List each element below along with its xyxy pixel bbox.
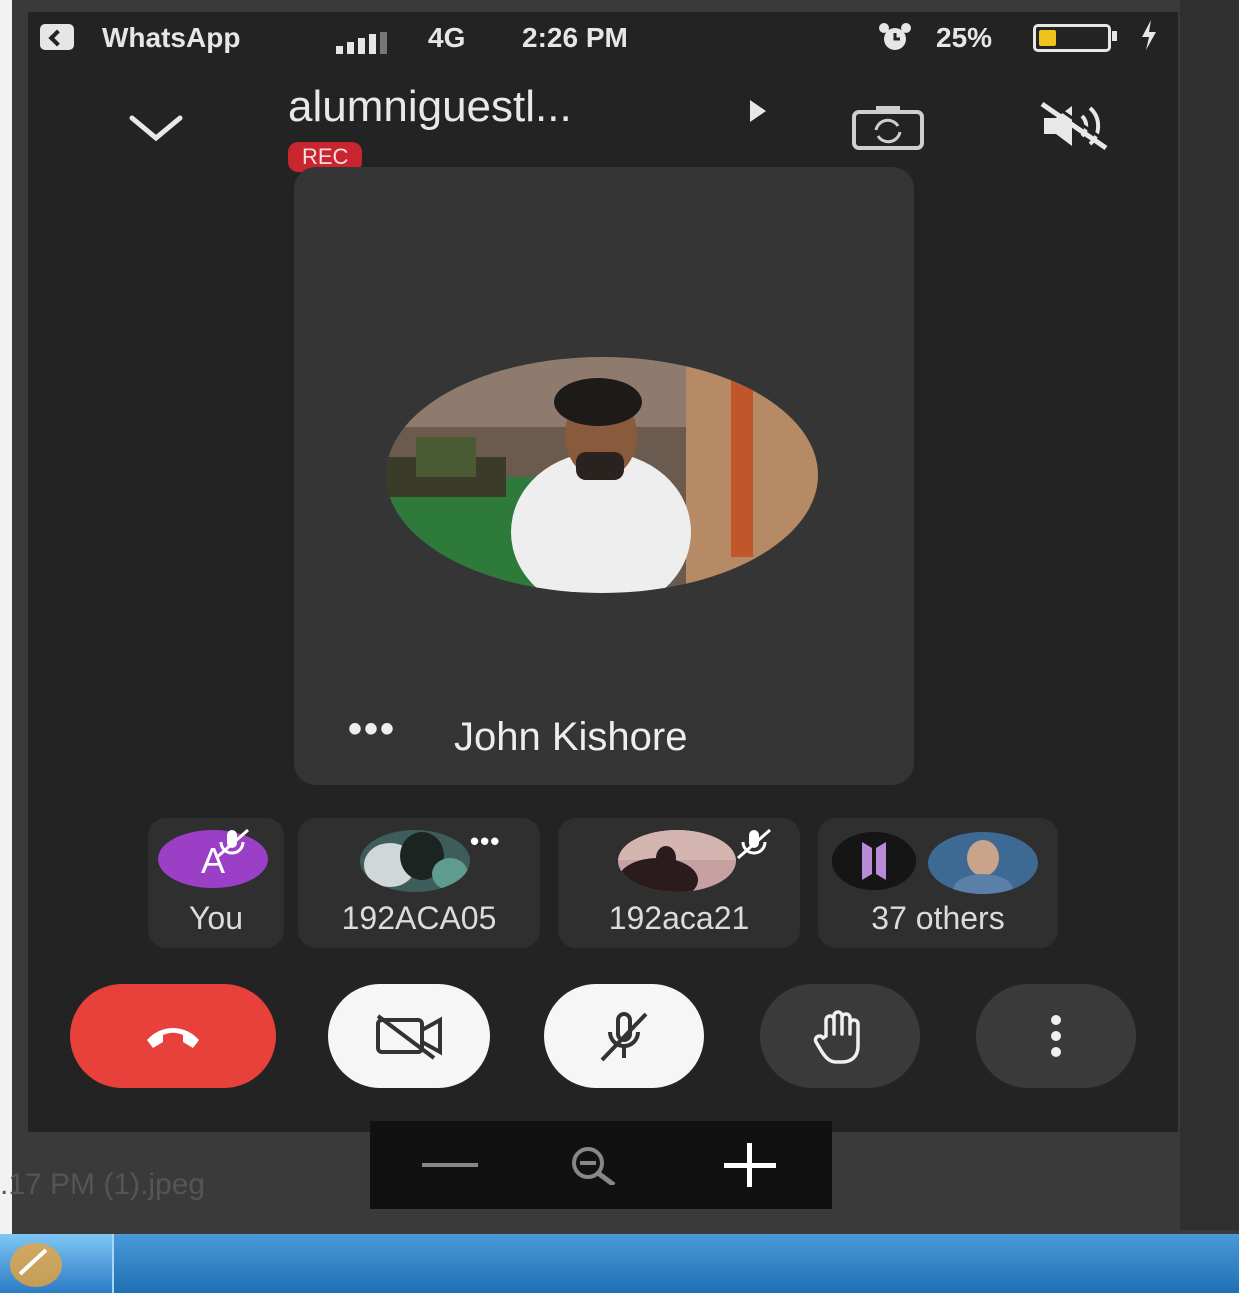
raise-hand-button[interactable] bbox=[760, 984, 920, 1088]
participant-photo bbox=[618, 830, 736, 892]
camera-toggle-button[interactable] bbox=[328, 984, 490, 1088]
viewer-left-edge bbox=[0, 0, 12, 1293]
participant-tile-others[interactable]: 37 others bbox=[818, 818, 1058, 948]
hand-icon bbox=[813, 1010, 860, 1064]
battery-tip bbox=[1112, 31, 1117, 41]
participant-options-icon[interactable]: ••• bbox=[470, 826, 500, 857]
meeting-top-bar: alumniguestl... REC bbox=[28, 82, 1178, 172]
participant-tile-you[interactable]: A You bbox=[148, 818, 284, 948]
mic-off-icon bbox=[600, 1012, 648, 1062]
zoom-search-icon[interactable] bbox=[564, 1145, 630, 1185]
hang-up-icon bbox=[147, 1028, 199, 1048]
mic-off-icon bbox=[737, 828, 771, 860]
charging-bolt-icon bbox=[1142, 20, 1156, 50]
avatar bbox=[928, 832, 1038, 894]
battery-level-fill bbox=[1039, 30, 1056, 46]
participant-label: 192ACA05 bbox=[341, 900, 497, 936]
meeting-title[interactable]: alumniguestl... bbox=[288, 82, 572, 132]
status-app-name[interactable]: WhatsApp bbox=[102, 22, 240, 54]
status-time: 2:26 PM bbox=[522, 22, 628, 53]
avatar bbox=[832, 832, 916, 890]
microphone-toggle-button[interactable] bbox=[544, 984, 704, 1088]
battery-percent: 25% bbox=[936, 22, 993, 53]
end-call-button[interactable] bbox=[70, 984, 276, 1088]
mic-off-icon bbox=[215, 828, 249, 860]
start-orb-icon bbox=[10, 1243, 62, 1287]
participant-photo bbox=[832, 832, 916, 890]
status-bar: WhatsApp 4G 2:26 PM 25% bbox=[28, 12, 1178, 67]
battery-icon bbox=[1033, 24, 1111, 52]
speaker-photo bbox=[386, 357, 818, 593]
more-vertical-icon bbox=[1051, 1015, 1061, 1057]
participant-label: You bbox=[189, 900, 243, 936]
zoom-toolbar bbox=[370, 1121, 832, 1209]
back-to-app-icon[interactable] bbox=[40, 24, 74, 50]
participant-photo bbox=[360, 830, 470, 892]
participant-label: 37 others bbox=[871, 900, 1005, 936]
speaker-avatar bbox=[386, 357, 818, 593]
participant-label: 192aca21 bbox=[608, 900, 750, 936]
zoom-out-icon[interactable] bbox=[422, 1161, 478, 1169]
speaker-name: John Kishore bbox=[454, 715, 688, 759]
viewer-right-edge bbox=[1180, 0, 1239, 1230]
play-arrow-icon[interactable] bbox=[750, 100, 766, 122]
more-options-button[interactable] bbox=[976, 984, 1136, 1088]
signal-bars-icon bbox=[336, 32, 387, 54]
speaker-options-icon[interactable]: ••• bbox=[348, 707, 396, 752]
active-speaker-tile[interactable]: ••• John Kishore bbox=[294, 167, 914, 785]
alarm-clock-icon bbox=[879, 23, 911, 50]
camera-flip-icon[interactable] bbox=[848, 102, 928, 152]
participant-tile-192aca21[interactable]: 192aca21 bbox=[558, 818, 800, 948]
camera-off-icon bbox=[376, 1014, 442, 1060]
start-button[interactable] bbox=[0, 1234, 114, 1293]
participant-tile-192aca05[interactable]: ••• 192ACA05 bbox=[298, 818, 540, 948]
zoom-in-icon[interactable] bbox=[722, 1143, 778, 1187]
windows-taskbar bbox=[0, 1234, 1239, 1293]
network-type: 4G bbox=[428, 22, 466, 53]
participant-photo bbox=[928, 832, 1038, 894]
speaker-off-icon[interactable] bbox=[1036, 98, 1112, 154]
avatar bbox=[618, 830, 736, 892]
phone-screenshot: WhatsApp 4G 2:26 PM 25% alumniguestl... … bbox=[28, 12, 1178, 1132]
avatar bbox=[360, 830, 470, 892]
chevron-down-icon[interactable] bbox=[126, 108, 186, 148]
image-file-name: .17 PM (1).jpeg bbox=[0, 1168, 206, 1201]
